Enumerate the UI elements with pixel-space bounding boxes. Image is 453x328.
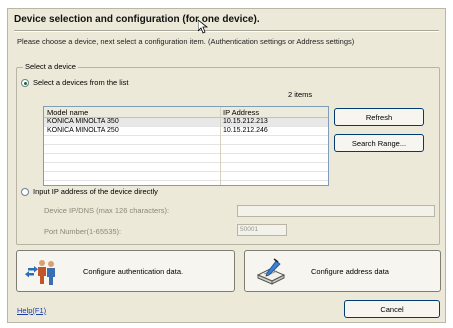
radio-input-directly[interactable] [21,188,29,196]
radio-input-directly-label[interactable]: Input IP address of the device directly [33,187,158,196]
search-range-button[interactable]: Search Range... [334,134,424,152]
address-book-pen-icon [256,257,286,287]
column-header-model[interactable]: Model name [47,108,88,117]
dialog-window: Device selection and configuration (for … [7,8,446,323]
column-divider[interactable] [220,107,221,117]
port-field-label: Port Number(1-65535): [44,227,122,236]
title-divider [14,30,439,32]
radio-select-from-list-label[interactable]: Select a devices from the list [33,78,128,87]
instruction-text: Please choose a device, next select a co… [17,37,355,46]
ip-field-label: Device IP/DNS (max 126 characters): [44,206,170,215]
column-divider [220,117,221,185]
radio-select-from-list[interactable] [21,79,29,87]
device-model: KONICA MINOLTA 250 [47,127,119,134]
help-link[interactable]: Help(F1) [17,306,46,315]
item-count: 2 items [288,90,313,99]
configure-authentication-label: Configure authentication data. [83,267,184,276]
people-key-icon [25,258,59,286]
cancel-button[interactable]: Cancel [344,300,440,318]
port-number-input[interactable]: 50001 [237,224,287,236]
empty-row [44,172,328,181]
table-row[interactable]: KONICA MINOLTA 350 10.15.212.213 [44,118,328,127]
list-header: Model name IP Address [44,107,328,118]
device-ip: 10.15.212.213 [223,118,268,125]
device-ip: 10.15.212.246 [223,127,268,134]
group-legend: Select a device [23,62,78,71]
refresh-button[interactable]: Refresh [334,108,424,126]
device-list[interactable]: Model name IP Address KONICA MINOLTA 350… [43,106,329,186]
configure-authentication-button[interactable]: Configure authentication data. [16,250,235,292]
table-row[interactable]: KONICA MINOLTA 250 10.15.212.246 [44,127,328,136]
device-ip-input[interactable] [237,205,435,217]
dialog-title: Device selection and configuration (for … [14,14,260,25]
empty-row [44,136,328,145]
device-model: KONICA MINOLTA 350 [47,118,119,125]
empty-row [44,163,328,172]
column-header-ip[interactable]: IP Address [223,108,259,117]
configure-address-button[interactable]: Configure address data [244,250,441,292]
mouse-cursor-icon [197,19,209,34]
empty-row [44,145,328,154]
empty-row [44,154,328,163]
configure-address-label: Configure address data [311,267,389,276]
